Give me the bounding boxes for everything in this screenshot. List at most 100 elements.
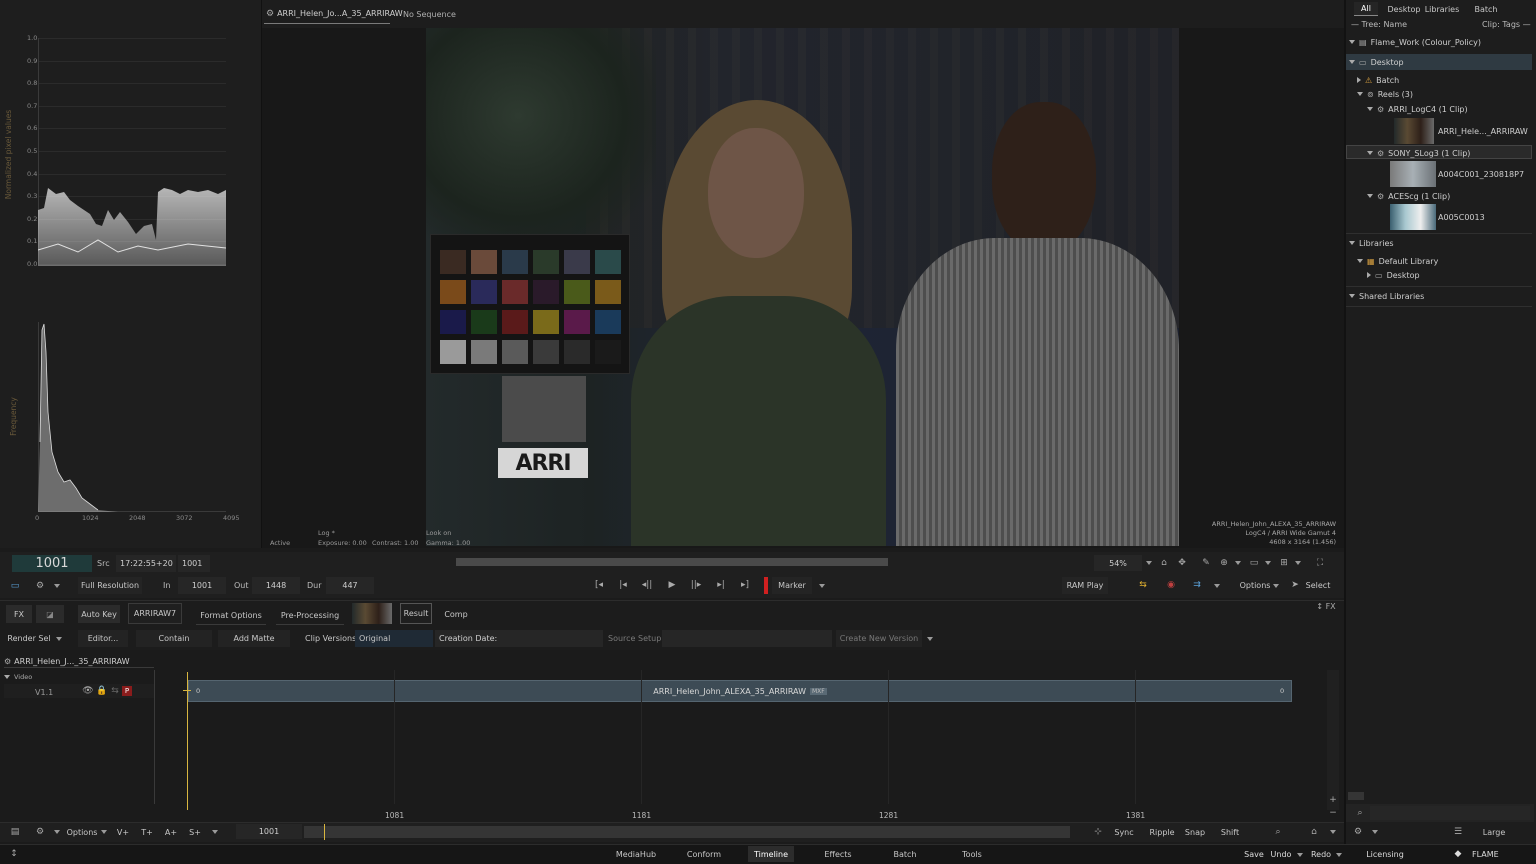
library-search-input[interactable] — [1370, 806, 1530, 820]
arriraw-button[interactable]: ARRIRAW7 — [128, 603, 182, 624]
clip-arri-thumbnail[interactable] — [1394, 118, 1434, 144]
render-sel-button[interactable]: Render Sel — [4, 630, 54, 647]
cursor-icon[interactable]: ➤ — [1290, 578, 1300, 592]
add-matte-button[interactable]: Add Matte — [218, 630, 290, 647]
split-dropdown-icon[interactable] — [1214, 584, 1220, 588]
step-forward-icon[interactable]: ||▸ — [688, 578, 704, 592]
play-icon[interactable]: ▶ — [666, 578, 678, 592]
lock-icon[interactable]: 🔒 — [96, 686, 107, 696]
clip-sony-label[interactable]: A004C001_230818P7 — [1438, 170, 1524, 179]
clip-arri-label[interactable]: ARRI_Hele..._ARRIRAW — [1438, 127, 1528, 136]
layout-icon[interactable]: ⊞ — [1278, 556, 1290, 570]
home-icon[interactable]: ⌂ — [1158, 556, 1170, 570]
marker-dropdown-icon[interactable] — [819, 584, 825, 588]
timeline-frame-field[interactable]: 1001 — [236, 824, 302, 839]
split-icon[interactable]: ⇉ — [1190, 578, 1204, 592]
reel-arri-expand-icon[interactable] — [1367, 107, 1373, 111]
view-size-button[interactable]: Large — [1474, 825, 1514, 840]
marker-button[interactable]: Marker — [772, 577, 812, 594]
display-dropdown-icon[interactable] — [1265, 561, 1271, 565]
library-tab-libraries[interactable]: Libraries — [1422, 2, 1462, 16]
tree-project[interactable]: ▤ Flame_Work (Colour_Policy) — [1349, 36, 1532, 48]
search-icon[interactable]: ⌕ — [1272, 826, 1284, 838]
footer-tab-batch[interactable]: Batch — [885, 846, 925, 862]
reels-expand-icon[interactable] — [1357, 92, 1363, 96]
format-options-tab[interactable]: Format Options — [196, 607, 266, 625]
in-field[interactable]: 1001 — [178, 577, 226, 594]
timeline-options-button[interactable]: Options — [64, 825, 100, 840]
footer-tab-effects[interactable]: Effects — [818, 846, 858, 862]
sequence-tab[interactable]: ⚙ ARRI_Helen_J..._35_ARRIRAW — [4, 655, 154, 668]
zoom-field[interactable]: 54% — [1094, 555, 1142, 571]
go-to-start-icon[interactable]: [◂ — [592, 578, 606, 592]
tree-desktop[interactable]: ▭ Desktop — [1349, 56, 1532, 68]
viewer-image[interactable]: ARRI — [426, 28, 1179, 546]
timeline-layout-icon[interactable]: ▤ — [8, 826, 22, 838]
shared-libraries-expand-icon[interactable] — [1349, 294, 1355, 298]
swap-icon[interactable]: ⇆ — [1136, 578, 1150, 592]
display-icon[interactable]: ▭ — [1248, 556, 1260, 570]
footer-tab-timeline[interactable]: Timeline — [748, 846, 794, 862]
library-tab-all[interactable]: All — [1354, 2, 1378, 16]
library-tab-batch[interactable]: Batch — [1466, 2, 1506, 16]
viewer-settings-icon[interactable]: ⚙ — [34, 579, 46, 593]
sync-icon[interactable]: ⊹ — [1092, 826, 1104, 838]
zoom-in-icon[interactable]: + — [1328, 795, 1338, 805]
tree-reel-sony[interactable]: ⚙ SONY_SLog3 (1 Clip) — [1349, 147, 1532, 159]
tree-library-desktop[interactable]: ▭ Desktop — [1349, 269, 1532, 281]
tree-shared-libraries[interactable]: Shared Libraries — [1349, 290, 1532, 302]
clip-version-field[interactable]: Original — [355, 630, 433, 647]
library-search-icon[interactable]: ⌕ — [1354, 807, 1366, 819]
add-title-track-button[interactable]: T+ — [138, 825, 156, 840]
auto-key-button[interactable]: Auto Key — [78, 605, 120, 623]
add-subtitle-track-button[interactable]: S+ — [186, 825, 204, 840]
zoom-out-icon[interactable]: − — [1328, 808, 1338, 818]
create-new-version-dropdown-icon[interactable] — [927, 637, 933, 641]
comp-button[interactable]: Comp — [440, 605, 472, 623]
footer-expand-icon[interactable]: ↕ — [10, 848, 18, 860]
scrub-bar[interactable] — [456, 558, 888, 566]
reel-aces-expand-icon[interactable] — [1367, 194, 1373, 198]
overlay-dropdown-icon[interactable] — [1235, 561, 1241, 565]
current-frame-field[interactable]: 1001 — [12, 555, 92, 572]
ripple-button[interactable]: Ripple — [1146, 825, 1178, 840]
fullscreen-icon[interactable]: ⛶ — [1314, 556, 1326, 570]
clip-aces-label[interactable]: A005C0013 — [1438, 213, 1485, 222]
redo-dropdown-icon[interactable] — [1336, 853, 1342, 857]
library-desktop-expand-icon[interactable] — [1367, 272, 1371, 278]
library-settings-icon[interactable]: ⚙ — [1352, 826, 1364, 838]
editor-button[interactable]: Editor... — [78, 630, 128, 647]
footer-tab-conform[interactable]: Conform — [684, 846, 724, 862]
desktop-expand-icon[interactable] — [1349, 60, 1355, 64]
clip-aces-thumbnail[interactable] — [1390, 204, 1436, 230]
library-scrollbar[interactable] — [1348, 792, 1364, 800]
visibility-icon[interactable]: 👁 — [82, 686, 93, 696]
image-icon[interactable]: ◪ — [36, 605, 64, 623]
timeline-settings-dropdown-icon[interactable] — [54, 830, 60, 834]
footer-tab-tools[interactable]: Tools — [952, 846, 992, 862]
tree-reel-aces[interactable]: ⚙ ACEScg (1 Clip) — [1349, 190, 1532, 202]
tree-libraries[interactable]: Libraries — [1349, 237, 1532, 249]
step-back-icon[interactable]: ◂|| — [640, 578, 654, 592]
tree-name-label[interactable]: — Tree: Name — [1351, 20, 1407, 29]
add-audio-track-button[interactable]: A+ — [162, 825, 180, 840]
reel-sony-expand-icon[interactable] — [1367, 151, 1373, 155]
video-expand-icon[interactable] — [4, 675, 10, 679]
layout-dropdown-icon[interactable] — [1295, 561, 1301, 565]
playhead[interactable] — [187, 672, 188, 810]
tree-batch[interactable]: ⚠ Batch — [1349, 74, 1532, 86]
licensing-button[interactable]: Licensing — [1358, 846, 1412, 862]
eyedropper-icon[interactable]: ✎ — [1200, 556, 1212, 570]
viewer-settings-dropdown-icon[interactable] — [54, 584, 60, 588]
snap-button[interactable]: Snap — [1182, 825, 1208, 840]
resolution-button[interactable]: Full Resolution — [78, 577, 142, 594]
libraries-expand-icon[interactable] — [1349, 241, 1355, 245]
redo-button[interactable]: Redo — [1308, 846, 1334, 862]
contain-button[interactable]: Contain — [136, 630, 212, 647]
fx-toggle-button[interactable]: ↕ FX — [1312, 600, 1340, 613]
list-view-icon[interactable]: ☰ — [1452, 826, 1464, 838]
undo-button[interactable]: Undo — [1268, 846, 1294, 862]
render-sel-dropdown-icon[interactable] — [56, 637, 62, 641]
timecode-field[interactable]: 17:22:55+20 — [116, 555, 176, 572]
result-button[interactable]: Result — [400, 603, 432, 624]
